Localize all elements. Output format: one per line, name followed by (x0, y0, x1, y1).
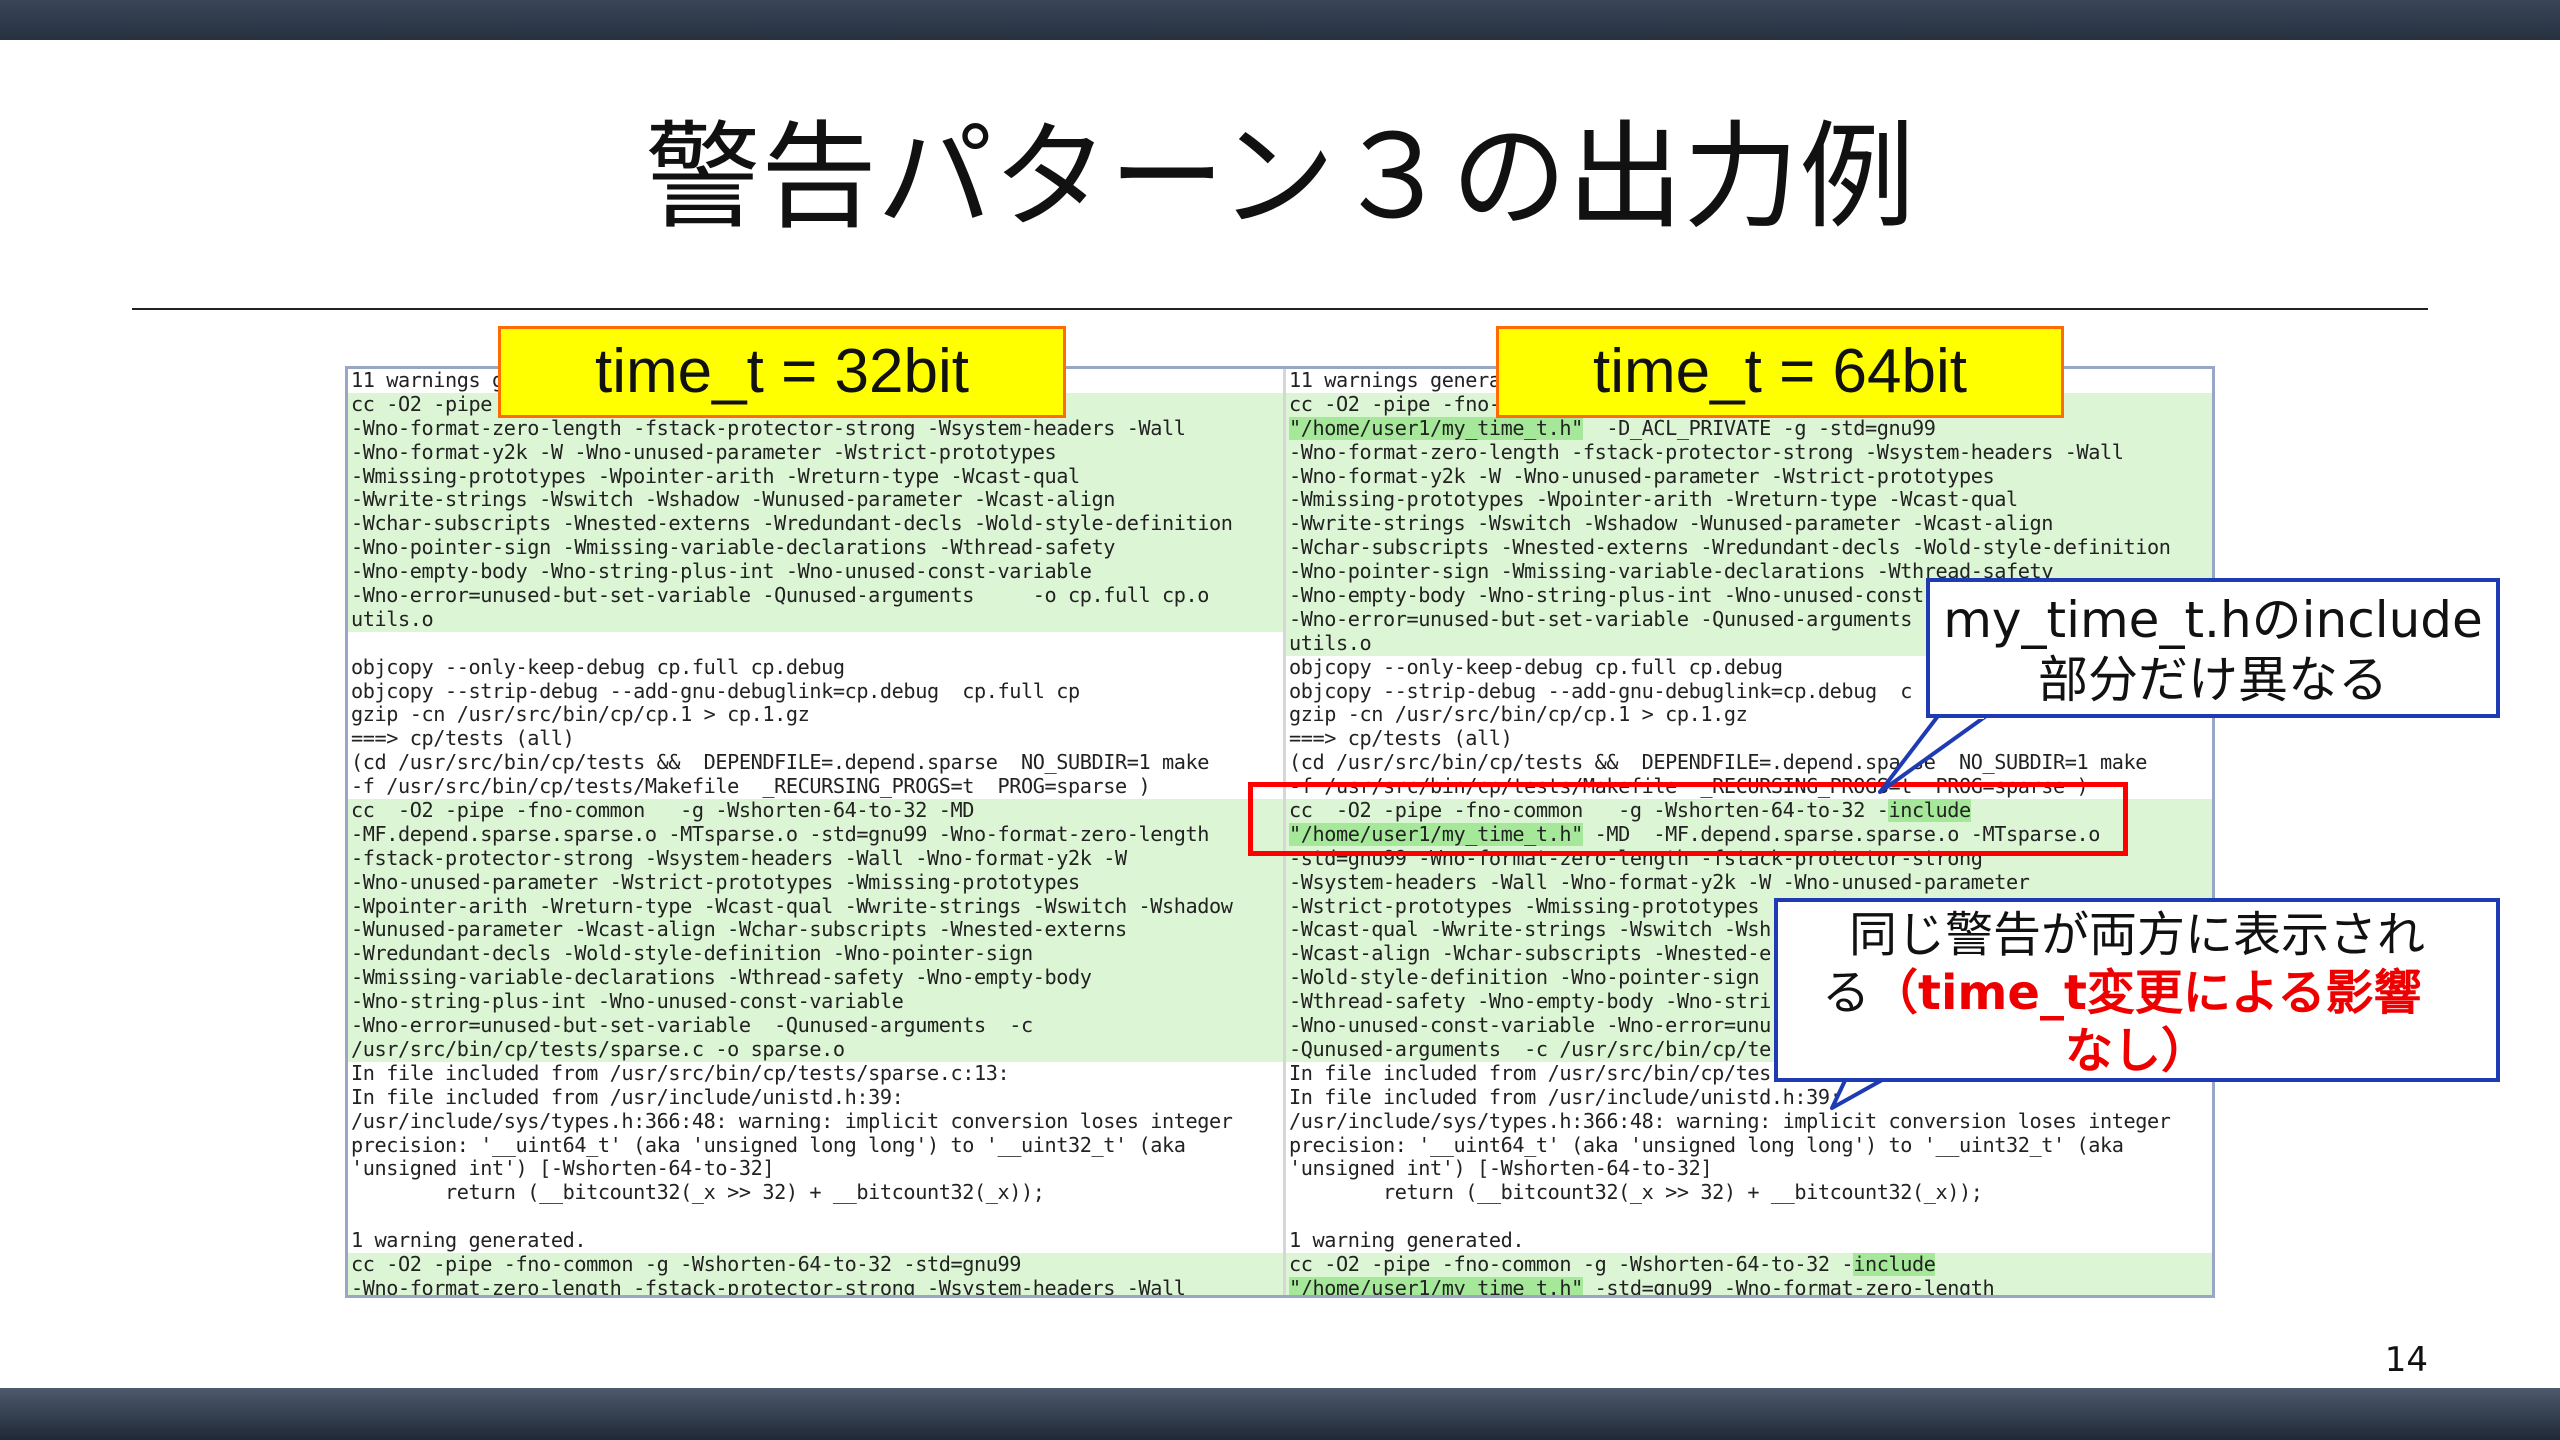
terminal-line: gzip -cn /usr/src/bin/cp/cp.1 > cp.1.gz (348, 703, 1283, 728)
callout-same-warning: 同じ警告が両方に表示され る（time_t変更による影響 なし） (1774, 898, 2500, 1082)
terminal-line: objcopy --strip-debug --add-gnu-debuglin… (348, 679, 1283, 704)
callout-same-line2-plain: る (1822, 965, 1871, 1021)
terminal-line: 1 warning generated. (348, 1229, 1283, 1253)
terminal-line: -Wno-error=unused-but-set-variable -Qunu… (348, 1014, 1283, 1038)
terminal-line: return (__bitcount32(_x >> 32) + __bitco… (348, 1181, 1283, 1206)
terminal-line: -f /usr/src/bin/cp/tests/Makefile _RECUR… (348, 775, 1283, 800)
terminal-line: "/home/user1/my_time_t.h" -D_ACL_PRIVATE… (1286, 416, 2212, 441)
terminal-line: (cd /usr/src/bin/cp/tests && DEPENDFILE=… (348, 751, 1283, 776)
terminal-line (348, 1205, 1283, 1230)
terminal-line: -Wchar-subscripts -Wnested-externs -Wred… (348, 512, 1283, 537)
terminal-line: -Wmissing-prototypes -Wpointer-arith -Wr… (348, 464, 1283, 489)
terminal-line: precision: '__uint64_t' (aka 'unsigned l… (348, 1133, 1283, 1158)
terminal-line: In file included from /usr/include/unist… (348, 1085, 1283, 1110)
terminal-line: -Wno-empty-body -Wno-string-plus-int -Wn… (348, 560, 1283, 585)
include-difference-highlight (1248, 782, 2128, 856)
top-bar (0, 0, 2560, 40)
terminal-line: ===> cp/tests (all) (1286, 727, 2212, 752)
terminal-line: -Wno-format-zero-length -fstack-protecto… (348, 1276, 1283, 1295)
callout-same-line2-red: （time_t変更による影響 (1870, 965, 2422, 1021)
terminal-line: cc -O2 -pipe -fno-common -g -Wshorten-64… (348, 799, 1283, 823)
terminal-line: /usr/include/sys/types.h:366:48: warning… (1286, 1109, 2212, 1134)
terminal-line: -Wmissing-variable-declarations -Wthread… (348, 966, 1283, 991)
callout-same-line1: 同じ警告が両方に表示され (1848, 907, 2425, 963)
terminal-line: -Wno-format-y2k -W -Wno-unused-parameter… (348, 440, 1283, 465)
include-highlight: "/home/user1/my_time_t.h" (1289, 1276, 1583, 1295)
terminal-line: -Wno-string-plus-int -Wno-unused-const-v… (348, 990, 1283, 1015)
terminal-line: objcopy --only-keep-debug cp.full cp.deb… (348, 655, 1283, 680)
terminal-line: -Wwrite-strings -Wswitch -Wshadow -Wunus… (1286, 512, 2212, 537)
callout-include-line2: 部分だけ異なる (2038, 651, 2388, 709)
terminal-line: -Wredundant-decls -Wold-style-definition… (348, 942, 1283, 967)
callout-include-line1: my_time_t.hのinclude (1943, 591, 2483, 649)
terminal-line: return (__bitcount32(_x >> 32) + __bitco… (1286, 1181, 2212, 1206)
callout-include-note: my_time_t.hのinclude 部分だけ異なる (1926, 578, 2500, 718)
terminal-line: -Wchar-subscripts -Wnested-externs -Wred… (1286, 536, 2212, 561)
terminal-line: -Wsystem-headers -Wall -Wno-format-y2k -… (1286, 870, 2212, 895)
terminal-line: utils.o (348, 607, 1283, 632)
terminal-line: -Wno-unused-parameter -Wstrict-prototype… (348, 870, 1283, 895)
terminal-line: (cd /usr/src/bin/cp/tests && DEPENDFILE=… (1286, 751, 2212, 776)
terminal-line: -Wwrite-strings -Wswitch -Wshadow -Wunus… (348, 488, 1283, 513)
terminal-line (348, 631, 1283, 656)
terminal-line: -Wunused-parameter -Wcast-align -Wchar-s… (348, 918, 1283, 943)
terminal-line: precision: '__uint64_t' (aka 'unsigned l… (1286, 1133, 2212, 1158)
terminal-line: -Wno-format-zero-length -fstack-protecto… (1286, 440, 2212, 465)
include-highlight: "/home/user1/my_time_t.h" (1289, 416, 1583, 440)
terminal-line: 'unsigned int') [-Wshorten-64-to-32] (348, 1157, 1283, 1182)
slide-title: 警告パターン３の出力例 (644, 110, 1916, 245)
terminal-line: In file included from /usr/include/unist… (1286, 1085, 2212, 1110)
include-highlight: include (1853, 1252, 1936, 1276)
terminal-line: -Wmissing-prototypes -Wpointer-arith -Wr… (1286, 488, 2212, 513)
terminal-line: cc -O2 -pipe -fno-common -g -Wshorten-64… (348, 1252, 1283, 1277)
terminal-line: ===> cp/tests (all) (348, 727, 1283, 752)
label-32bit: time_t = 32bit (498, 326, 1066, 418)
terminal-line: 1 warning generated. (1286, 1229, 2212, 1253)
terminal-line: -MF.depend.sparse.sparse.o -MTsparse.o -… (348, 822, 1283, 847)
terminal-line: -Wno-format-zero-length -fstack-protecto… (348, 416, 1283, 441)
terminal-line: In file included from /usr/src/bin/cp/te… (348, 1061, 1283, 1086)
terminal-line: 'unsigned int') [-Wshorten-64-to-32] (1286, 1157, 2212, 1182)
terminal-line: -Wno-format-y2k -W -Wno-unused-parameter… (1286, 464, 2212, 489)
terminal-line: /usr/include/sys/types.h:366:48: warning… (348, 1109, 1283, 1134)
terminal-line: "/home/user1/my_time_t.h" -std=gnu99 -Wn… (1286, 1276, 2212, 1295)
terminal-line: -Wno-error=unused-but-set-variable -Qunu… (348, 584, 1283, 608)
terminal-line: -fstack-protector-strong -Wsystem-header… (348, 846, 1283, 871)
terminal-line: -Wno-pointer-sign -Wmissing-variable-dec… (348, 536, 1283, 561)
terminal-line (1286, 1205, 2212, 1230)
bottom-bar (0, 1388, 2560, 1440)
terminal-pane-32bit: 11 warnings gcc -O2 -pipe -std=gnu99-Wno… (348, 369, 1286, 1295)
title-divider (132, 308, 2428, 310)
page-number: 14 (2384, 1340, 2428, 1380)
terminal-line: -Wpointer-arith -Wreturn-type -Wcast-qua… (348, 894, 1283, 919)
callout-same-line3-red: なし） (2064, 1023, 2209, 1079)
terminal-line: /usr/src/bin/cp/tests/sparse.c -o sparse… (348, 1037, 1283, 1062)
terminal-line: cc -O2 -pipe -fno-common -g -Wshorten-64… (1286, 1252, 2212, 1277)
label-64bit: time_t = 64bit (1496, 326, 2064, 418)
